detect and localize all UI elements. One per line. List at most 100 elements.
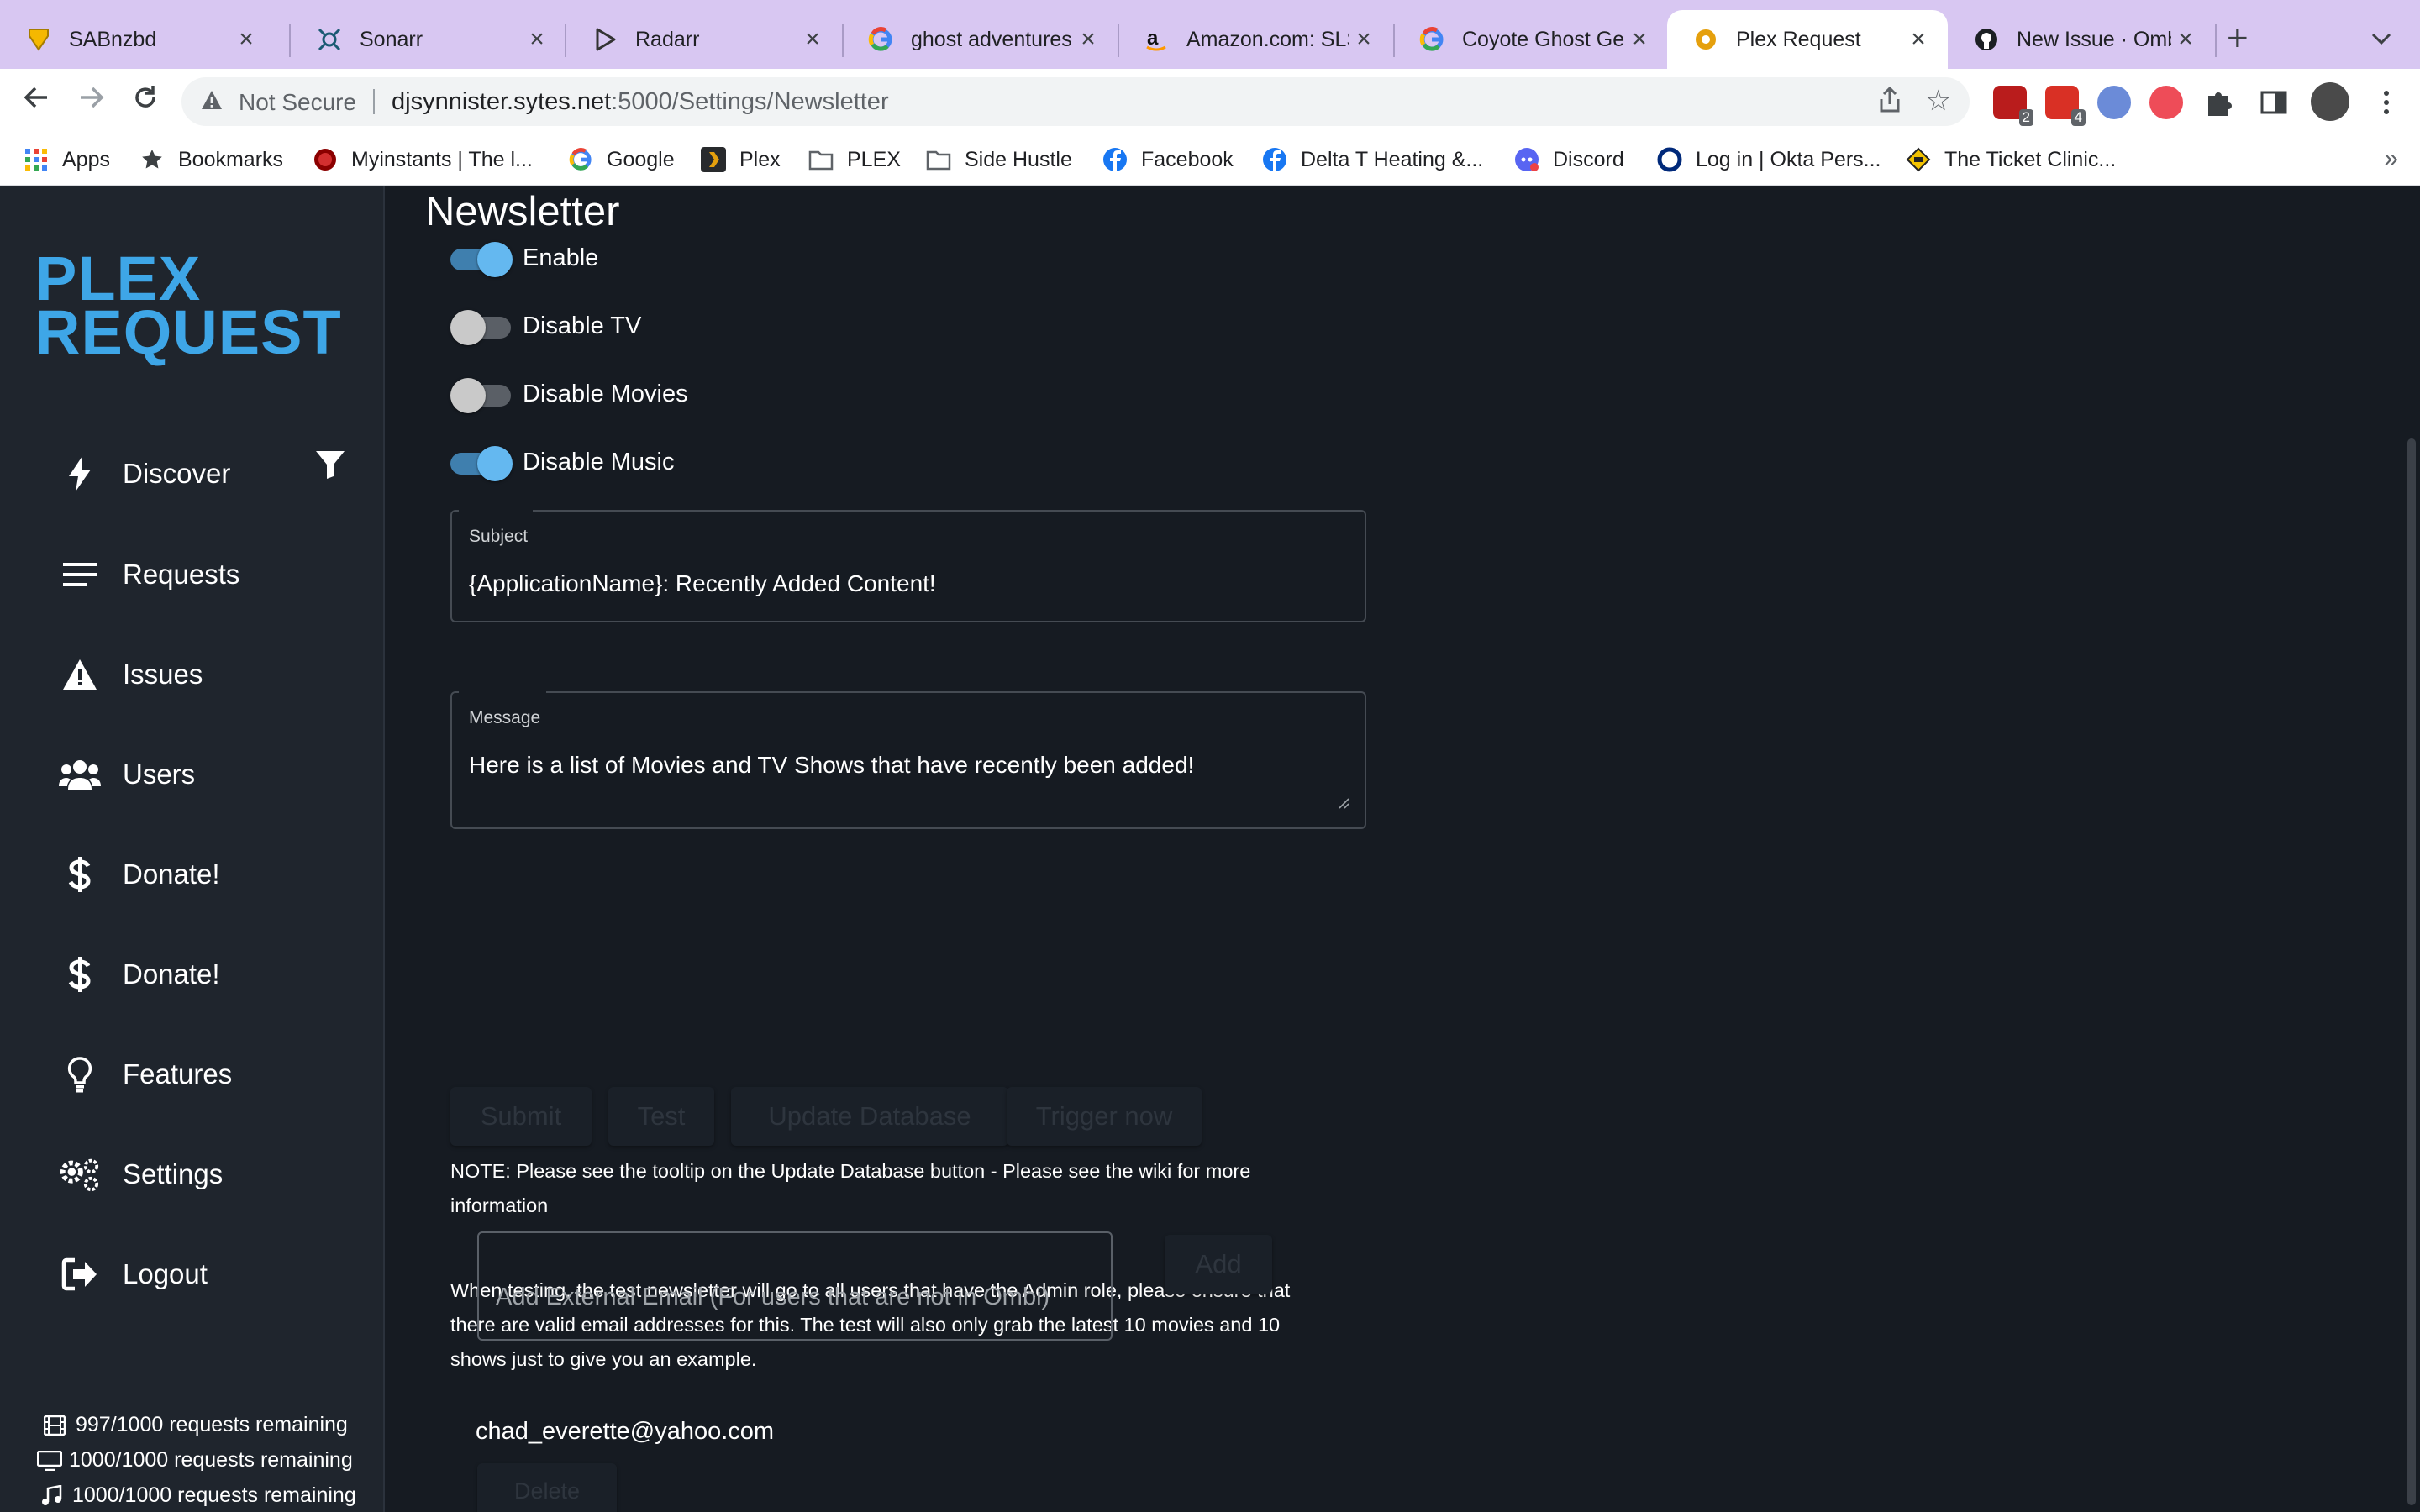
sidebar-item-requests[interactable]: Requests xyxy=(0,537,385,612)
add-email-button[interactable]: Add xyxy=(1165,1235,1272,1294)
scrollbar-thumb[interactable] xyxy=(2407,438,2416,1505)
bookmark-label: Discord xyxy=(1553,147,1624,171)
film-icon xyxy=(44,1415,69,1436)
toggle-knob xyxy=(477,446,513,481)
scrollbar-track[interactable] xyxy=(2402,186,2420,1512)
tab-sabnzbd[interactable]: SABnzbd × xyxy=(0,10,276,69)
bookmark-label: Plex xyxy=(739,147,781,171)
tab-search-chevron-icon[interactable] xyxy=(2370,25,2393,52)
bookmark-bookmarks[interactable]: Bookmarks xyxy=(139,144,283,175)
bookmark-facebook[interactable]: Facebook xyxy=(1102,144,1234,175)
bookmark-delta-t[interactable]: Delta T Heating &... xyxy=(1262,144,1483,175)
tab-new-issue[interactable]: New Issue · Ombi × xyxy=(1948,10,2215,69)
puzzle-piece-icon[interactable] xyxy=(2202,86,2235,119)
kebab-menu-icon[interactable] xyxy=(2370,86,2403,119)
subject-input[interactable]: {ApplicationName}: Recently Added Conten… xyxy=(469,570,936,597)
close-icon[interactable]: × xyxy=(1904,25,1933,54)
bookmark-discord[interactable]: Discord xyxy=(1514,144,1624,175)
calendar-extension-icon[interactable]: 4 xyxy=(2045,86,2086,126)
dollar-icon xyxy=(59,956,101,993)
disable-movies-toggle-row[interactable]: Disable Movies xyxy=(450,373,688,415)
enable-toggle[interactable] xyxy=(450,237,513,279)
sidebar-item-features[interactable]: Features xyxy=(0,1037,385,1112)
bookmark-star-icon[interactable]: ☆ xyxy=(1926,84,1951,118)
sidebar-item-settings[interactable]: Settings xyxy=(0,1137,385,1212)
sidebar-item-donate[interactable]: Donate! xyxy=(0,837,385,912)
tab-sonarr[interactable]: Sonarr × xyxy=(291,10,566,69)
bookmark-plex-folder[interactable]: PLEX xyxy=(808,144,901,175)
external-email-item: chad_everette@yahoo.com xyxy=(476,1418,775,1445)
close-icon[interactable]: × xyxy=(1625,25,1654,54)
amazon-icon: a xyxy=(1143,26,1170,53)
test-button[interactable]: Test xyxy=(608,1087,714,1146)
update-database-button[interactable]: Update Database xyxy=(731,1087,1008,1146)
message-field[interactable]: Message Here is a list of Movies and TV … xyxy=(450,690,1366,829)
not-secure-label[interactable]: Not Secure xyxy=(239,89,356,116)
bookmarks-bar: Apps Bookmarks Myinstants | The l... Goo… xyxy=(0,134,2420,186)
bookmark-apps[interactable]: Apps xyxy=(24,144,110,175)
tab-title: New Issue · Ombi xyxy=(2017,27,2171,51)
close-icon[interactable]: × xyxy=(523,25,551,54)
disable-music-toggle-row[interactable]: Disable Music xyxy=(450,441,675,483)
tab-amazon[interactable]: a Amazon.com: SLS × xyxy=(1118,10,1393,69)
close-icon[interactable]: × xyxy=(1349,25,1378,54)
resize-handle-icon[interactable] xyxy=(1336,795,1349,809)
trigger-now-button[interactable]: Trigger now xyxy=(1007,1087,1202,1146)
omnibox-divider xyxy=(373,89,375,114)
profile-avatar[interactable] xyxy=(2311,82,2349,121)
lastpass-extension-icon[interactable] xyxy=(2149,86,2183,119)
ublock-extension-icon[interactable]: 2 xyxy=(1993,86,2033,126)
forward-arrow-icon[interactable] xyxy=(72,82,111,121)
disable-movies-toggle[interactable] xyxy=(450,373,511,415)
apps-grid-icon xyxy=(24,147,49,172)
url-host: djsynnister.sytes.net xyxy=(392,88,612,115)
tab-ghost-adventures[interactable]: ghost adventures × xyxy=(842,10,1118,69)
external-email-input[interactable]: Add External Email (For users that are n… xyxy=(477,1231,1113,1341)
message-textarea[interactable]: Here is a list of Movies and TV Shows th… xyxy=(469,752,1194,779)
bookmark-google[interactable]: Google xyxy=(568,144,675,175)
list-icon xyxy=(59,562,101,587)
bookmark-plex[interactable]: Plex xyxy=(701,144,781,175)
close-icon[interactable]: × xyxy=(232,25,260,54)
bookmark-label: Apps xyxy=(62,147,110,171)
tv-icon xyxy=(37,1450,62,1471)
close-icon[interactable]: × xyxy=(798,25,827,54)
close-icon[interactable]: × xyxy=(2171,25,2200,54)
tab-coyote-ghost[interactable]: Coyote Ghost Ge × xyxy=(1393,10,1669,69)
bookmark-label: Side Hustle xyxy=(965,147,1072,171)
disable-tv-toggle[interactable] xyxy=(450,305,511,347)
toggle-label: Enable xyxy=(523,244,599,271)
app-logo[interactable]: PLEX REQUEST xyxy=(35,248,342,364)
back-arrow-icon[interactable] xyxy=(17,82,55,121)
tab-radarr[interactable]: Radarr × xyxy=(566,10,842,69)
bookmark-okta[interactable]: Log in | Okta Pers... xyxy=(1657,144,1881,175)
bookmarks-overflow-icon[interactable]: » xyxy=(2384,144,2398,173)
bookmark-side-hustle[interactable]: Side Hustle xyxy=(926,144,1072,175)
reload-icon[interactable] xyxy=(126,82,165,121)
submit-button[interactable]: Submit xyxy=(450,1087,592,1146)
disable-music-toggle[interactable] xyxy=(450,441,513,483)
subject-field[interactable]: Subject {ApplicationName}: Recently Adde… xyxy=(450,509,1366,622)
extension-badge: 4 xyxy=(2070,109,2086,126)
enable-toggle-row[interactable]: Enable xyxy=(450,237,598,279)
sidebar-item-donate-2[interactable]: Donate! xyxy=(0,937,385,1012)
new-tab-button[interactable]: + xyxy=(2227,18,2249,59)
side-panel-icon[interactable] xyxy=(2257,86,2291,119)
url-text[interactable]: djsynnister.sytes.net:5000/Settings/News… xyxy=(392,88,889,116)
sidebar-item-logout[interactable]: Logout xyxy=(0,1236,385,1312)
address-bar[interactable]: Not Secure djsynnister.sytes.net:5000/Se… xyxy=(182,77,1970,126)
delete-email-button[interactable]: Delete xyxy=(477,1463,617,1512)
sidebar-item-issues[interactable]: Issues xyxy=(0,637,385,712)
sidebar-item-discover[interactable]: Discover xyxy=(0,436,385,512)
bookmark-myinstants[interactable]: Myinstants | The l... xyxy=(313,144,533,175)
tab-plex-request[interactable]: Plex Request × xyxy=(1667,10,1948,69)
warning-triangle-icon[interactable] xyxy=(200,89,224,117)
download-extension-icon[interactable] xyxy=(2097,86,2131,119)
close-icon[interactable]: × xyxy=(1074,25,1102,54)
disable-tv-toggle-row[interactable]: Disable TV xyxy=(450,305,641,347)
movie-quota: 997/1000 requests remaining xyxy=(44,1413,348,1437)
bookmark-label: PLEX xyxy=(847,147,901,171)
bookmark-ticket-clinic[interactable]: The Ticket Clinic... xyxy=(1906,144,2116,175)
share-icon[interactable] xyxy=(1877,86,1902,121)
sidebar-item-users[interactable]: Users xyxy=(0,737,385,812)
